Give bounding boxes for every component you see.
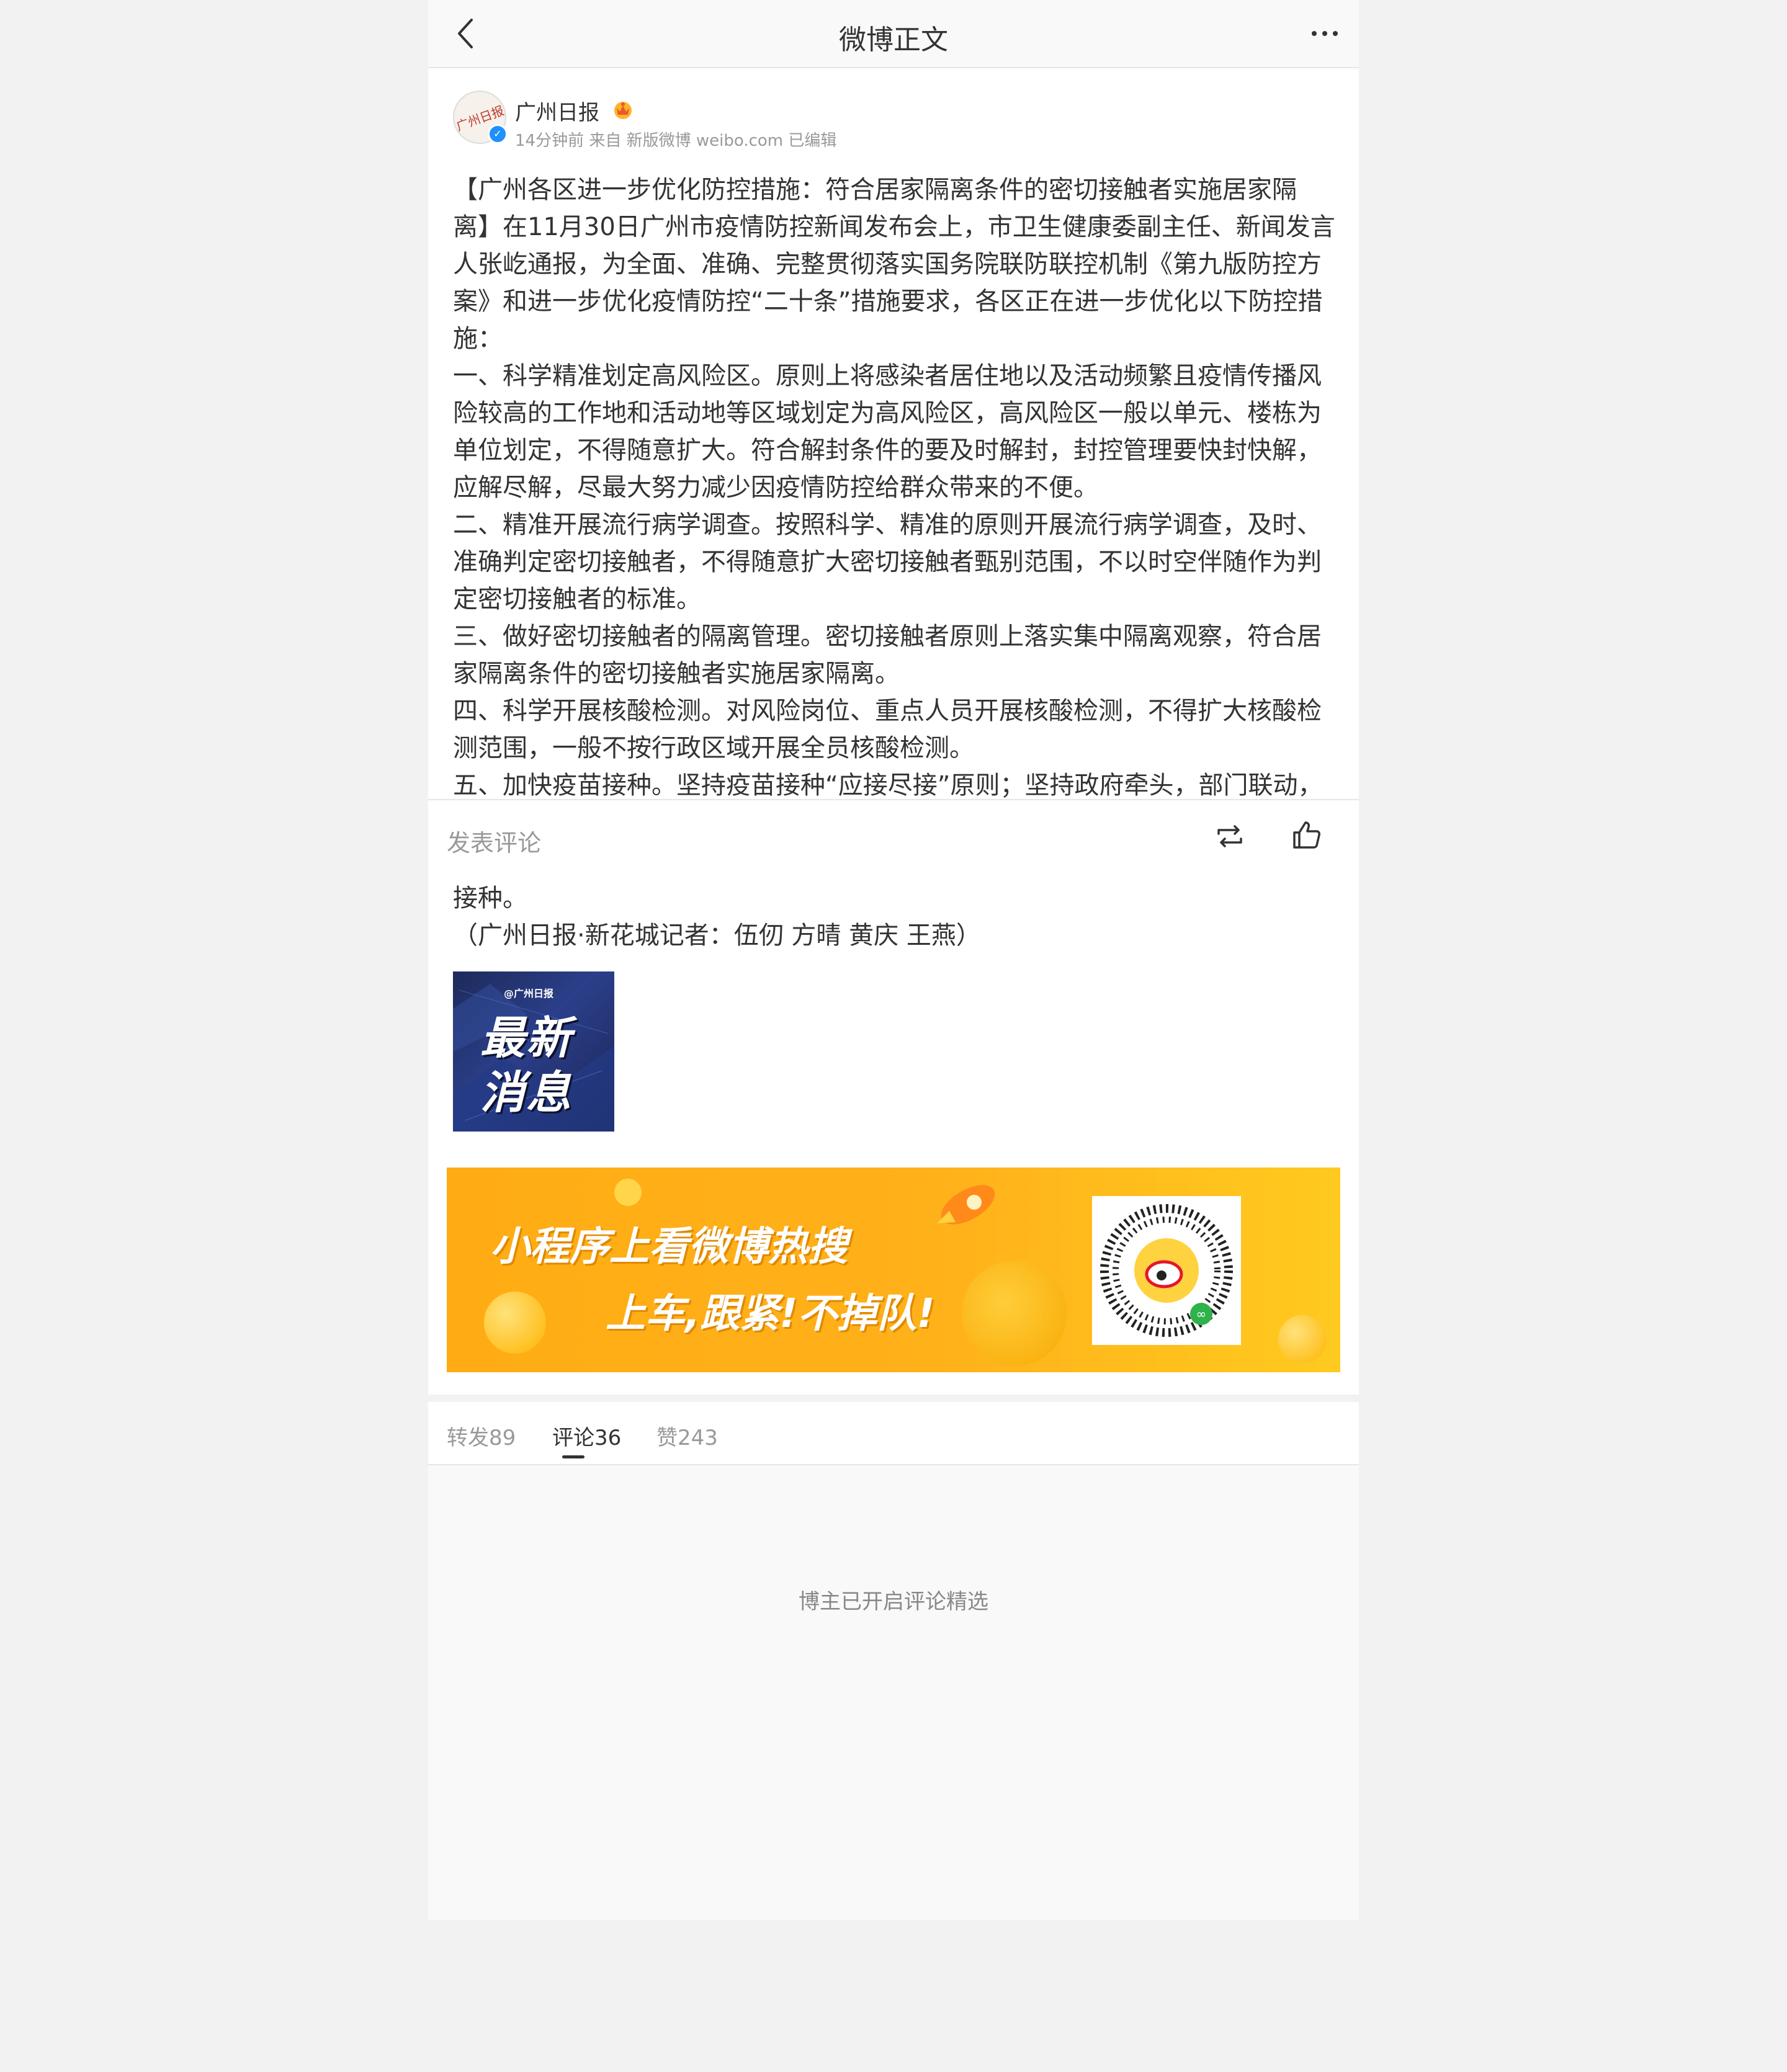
comments-list: 博主已开启评论精选 (428, 1465, 1359, 1920)
comments-selected-note: 博主已开启评论精选 (799, 1589, 988, 1614)
page-title: 微博正文 (839, 24, 948, 56)
tab-likes[interactable]: 赞243 (656, 1421, 718, 1451)
text-line: 施： (453, 324, 503, 353)
author-name[interactable]: 广州日报 (515, 96, 599, 126)
banner-decor-ball (484, 1292, 546, 1354)
text-line: 【广州各区进一步优化防控措施：符合居家隔离条件的密切接触者实施居家隔 (453, 176, 1297, 204)
more-dots-icon (1312, 31, 1338, 36)
post-meta: 14分钟前 来自 新版微博 weibo.com 已编辑 (515, 132, 837, 150)
chevron-left-icon (458, 19, 473, 48)
banner-decor-ball (1278, 1315, 1327, 1364)
like-button[interactable] (1287, 815, 1327, 855)
qr-code-image: ∞ (1100, 1204, 1233, 1337)
mini-program-qr-code[interactable]: ∞ (1092, 1196, 1241, 1345)
active-tab-indicator (562, 1455, 584, 1458)
post-text-tail: 接种。 （广州日报·新花城记者：伍仞 方晴 黄庆 王燕） (453, 880, 981, 954)
svg-text:∞: ∞ (1196, 1306, 1207, 1321)
text-line: 二、精准开展流行病学调查。按照科学、精准的原则开展流行病学调查，及时、 (453, 511, 1322, 539)
banner-line2: 上车,跟紧!不掉队! (606, 1291, 935, 1337)
author-avatar[interactable]: 广州日报 ✓ (453, 91, 508, 144)
text-line: 案》和进一步优化疫情防控“二十条”措施要求，各区正在进一步优化以下防控措 (453, 287, 1323, 316)
text-line: 测范围，一般不按行政区域开展全员核酸检测。 (453, 734, 974, 762)
text-line: 接种。 (453, 884, 527, 913)
post-image[interactable]: @广州日报 最新 消息 (453, 971, 614, 1132)
text-line: 离】在11月30日广州市疫情防控新闻发布会上，市卫生健康委副主任、新闻发言 (453, 213, 1335, 241)
text-line: （广州日报·新花城记者：伍仞 方晴 黄庆 王燕） (453, 921, 981, 950)
text-line: 险较高的工作地和活动地等区域划定为高风险区，高风险区一般以单元、楼栋为 (453, 399, 1322, 427)
comment-bar: 发表评论 (428, 799, 1359, 873)
tab-comments[interactable]: 评论36 (552, 1421, 621, 1451)
weibo-detail-page: 微博正文 广州日报 ✓ 广州日报 14分钟前 来自 新版微博 weibo.com… (428, 0, 1359, 1920)
verified-badge-icon: ✓ (488, 124, 508, 144)
repost-button[interactable] (1210, 816, 1250, 856)
rocket-icon (937, 1185, 995, 1225)
back-button[interactable] (447, 14, 486, 53)
thumbs-up-icon (1293, 821, 1320, 849)
text-line: 定密切接触者的标准。 (453, 585, 701, 614)
text-line: 五、加快疫苗接种。坚持疫苗接种“应接尽接”原则；坚持政府牵头，部门联动， (453, 771, 1323, 799)
repost-icon (1217, 825, 1242, 847)
text-line: 家隔离条件的密切接触者实施居家隔离。 (453, 659, 900, 688)
more-options-button[interactable] (1303, 14, 1346, 53)
vip-crown-icon[interactable] (612, 98, 634, 120)
banner-decor-ball (614, 1179, 642, 1206)
interaction-tabs: 转发89 评论36 赞243 (428, 1402, 1359, 1465)
comment-input[interactable]: 发表评论 (447, 824, 541, 858)
weibo-logo-decor-icon (962, 1261, 1067, 1366)
post-body: 【广州各区进一步优化防控措施：符合居家隔离条件的密切接触者实施居家隔离】在11月… (453, 171, 1340, 799)
text-line: 一、科学精准划定高风险区。原则上将感染者居住地以及活动频繁且疫情传播风 (453, 362, 1322, 390)
tab-reposts[interactable]: 转发89 (447, 1421, 516, 1451)
section-divider (428, 1395, 1359, 1402)
text-line: 准确判定密切接触者，不得随意扩大密切接触者甄别范围，不以时空伴随作为判 (453, 548, 1322, 576)
text-line: 四、科学开展核酸检测。对风险岗位、重点人员开展核酸检测，不得扩大核酸检 (453, 697, 1322, 725)
top-navigation-bar: 微博正文 (428, 0, 1359, 68)
text-line: 人张屹通报，为全面、准确、完整贯彻落实国务院联防联控机制《第九版防控方 (453, 250, 1322, 279)
banner-line1: 小程序上看微博热搜 (490, 1224, 848, 1270)
text-line: 应解尽解，尽最大努力减少因疫情防控给群众带来的不便。 (453, 473, 1098, 502)
mini-program-banner[interactable]: 小程序上看微博热搜 上车,跟紧!不掉队! ∞ (447, 1168, 1340, 1372)
post-text: 【广州各区进一步优化防控措施：符合居家隔离条件的密切接触者实施居家隔离】在11月… (453, 171, 1340, 799)
text-line: 单位划定，不得随意扩大。符合解封条件的要及时解封，封控管理要快封快解， (453, 436, 1322, 465)
image-headline-line2: 消息 (480, 1066, 573, 1119)
image-tag-text: @广州日报 (504, 988, 554, 999)
text-line: 三、做好密切接触者的隔离管理。密切接触者原则上落实集中隔离观察，符合居 (453, 622, 1322, 651)
